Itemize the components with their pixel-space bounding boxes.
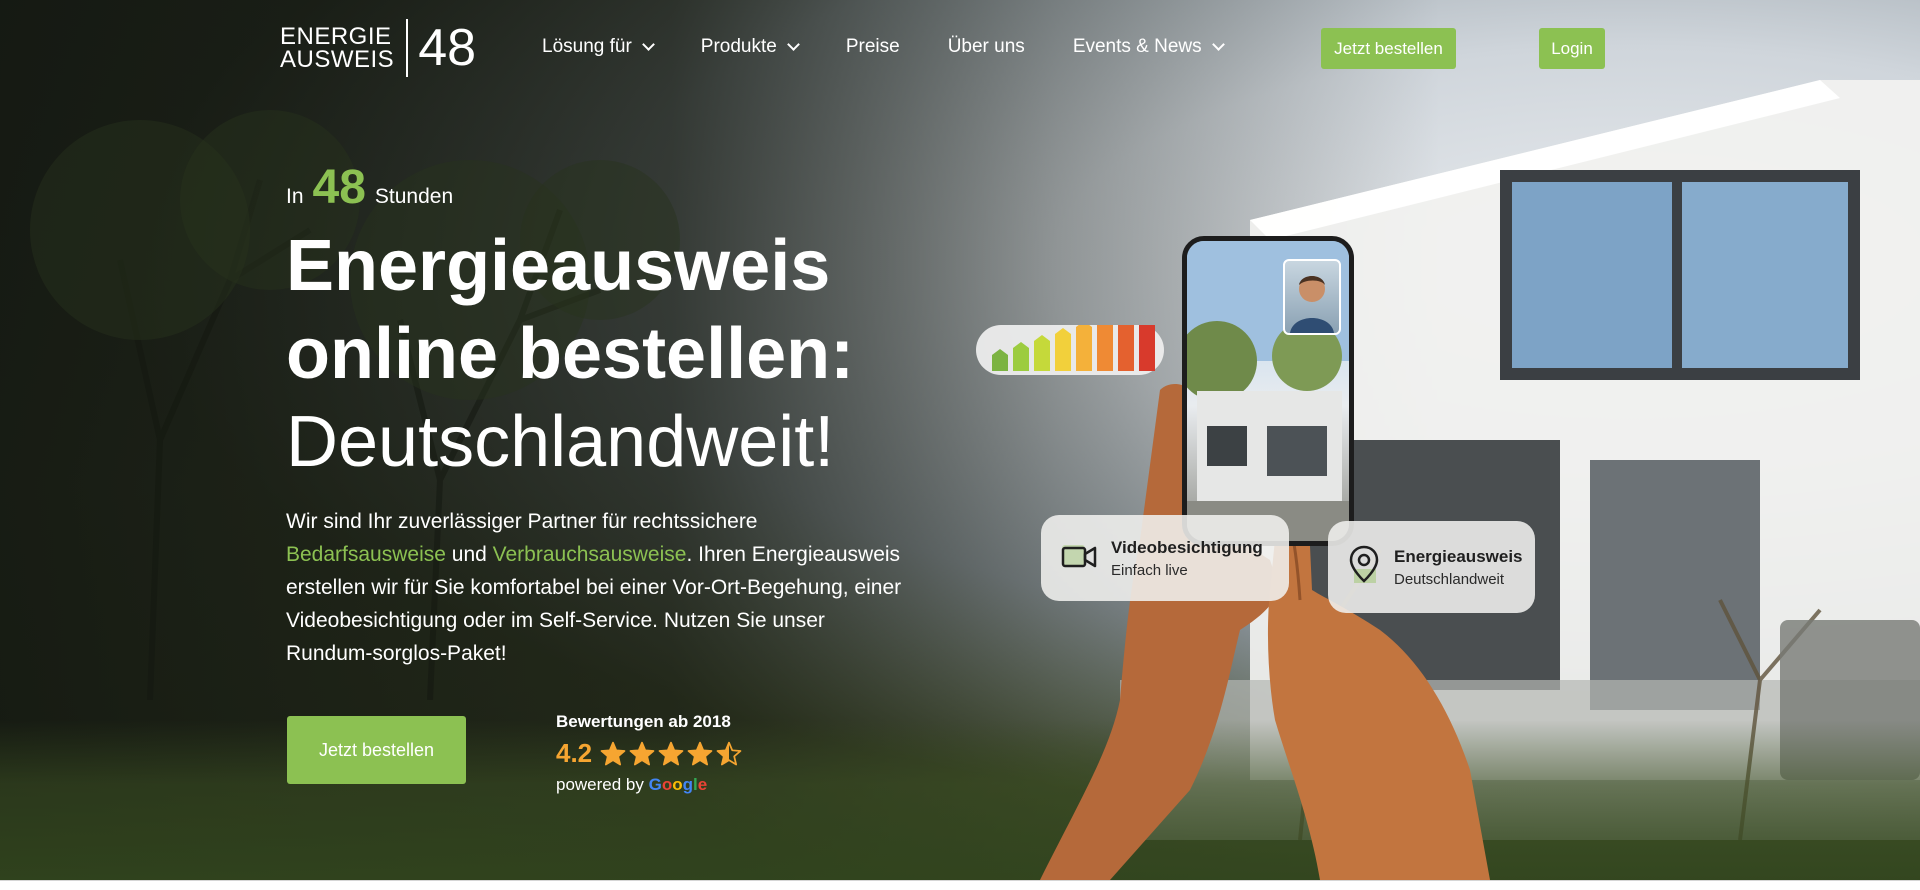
- video-card-subtitle: Einfach live: [1111, 561, 1188, 579]
- person-avatar: [1283, 259, 1341, 335]
- energy-efficiency-scale: [976, 300, 1164, 375]
- site-logo[interactable]: ENERGIE AUSWEIS 48: [280, 18, 476, 78]
- google-letter: G: [648, 775, 662, 794]
- nav-order-button[interactable]: Jetzt bestellen: [1321, 28, 1456, 69]
- google-letter: g: [682, 775, 694, 794]
- nav-item-loesung[interactable]: Lösung für: [542, 36, 655, 58]
- rating-stars: [600, 741, 745, 767]
- google-letter: e: [697, 775, 708, 794]
- hero-kicker: In 48 Stunden: [286, 160, 453, 215]
- logo-divider: [406, 19, 409, 77]
- title-line-3: Deutschlandweit!: [286, 402, 835, 482]
- star-half-icon: [716, 741, 742, 765]
- video-card-title: Videobesichtigung: [1111, 537, 1263, 557]
- link-bedarfsausweise[interactable]: Bedarfsausweise: [286, 543, 446, 566]
- nav-item-produkte[interactable]: Produkte: [700, 36, 800, 58]
- hero-order-button[interactable]: Jetzt bestellen: [287, 716, 466, 784]
- nav-item-ueber-uns[interactable]: Über uns: [948, 36, 1025, 58]
- nav-item-preise[interactable]: Preise: [846, 36, 900, 58]
- video-camera-icon: [1061, 542, 1097, 575]
- chevron-down-icon: [641, 38, 655, 51]
- hero-section: Videobesichtigung Einfach live Energieau…: [0, 0, 1920, 880]
- rating-score: 4.2: [556, 738, 593, 768]
- google-wordmark: Google: [649, 775, 708, 794]
- powered-by-text: powered by: [556, 775, 644, 794]
- desc-text-1: Wir sind Ihr zuverlässiger Partner für r…: [286, 510, 758, 533]
- nav-item-label: Produkte: [700, 36, 777, 57]
- page-title: Energieausweis online bestellen: Deutsch…: [286, 222, 854, 486]
- logo-line-2: AUSWEIS: [280, 46, 395, 73]
- chevron-down-icon: [786, 38, 800, 51]
- energy-scale-bar: [1034, 335, 1050, 371]
- kicker-suffix: Stunden: [374, 185, 454, 208]
- desc-text-2: und: [451, 543, 487, 566]
- logo-number: 48: [418, 19, 477, 77]
- energy-scale-bar: [1118, 307, 1134, 371]
- energy-card-subtitle: Deutschlandweit: [1394, 570, 1505, 588]
- energy-scale-bar: [1055, 328, 1071, 371]
- hero-description: Wir sind Ihr zuverlässiger Partner für r…: [286, 505, 906, 670]
- energy-scale-bar: [1139, 300, 1155, 371]
- star-full-icon: [600, 741, 626, 765]
- star-full-icon: [629, 741, 655, 765]
- energy-scale-bar: [1097, 314, 1113, 371]
- google-letter: o: [661, 775, 673, 794]
- energy-scale-bar: [1013, 342, 1029, 371]
- kicker-number: 48: [312, 161, 366, 214]
- title-line-1: Energieausweis: [286, 226, 831, 306]
- logo-line-1: ENERGIE: [280, 23, 392, 50]
- nav-item-label: Preise: [845, 36, 900, 57]
- energy-scale-bar: [992, 349, 1008, 371]
- energy-certificate-card: Energieausweis Deutschlandweit: [1328, 521, 1535, 613]
- star-full-icon: [687, 741, 713, 765]
- powered-by-line: powered by Google: [556, 775, 745, 795]
- chevron-down-icon: [1211, 38, 1225, 51]
- kicker-prefix: In: [286, 185, 304, 208]
- location-pin-icon: [1348, 545, 1380, 590]
- nav-item-events-news[interactable]: Events & News: [1072, 36, 1225, 58]
- rating-label: Bewertungen ab 2018: [556, 712, 731, 731]
- login-button[interactable]: Login: [1539, 28, 1605, 69]
- video-inspection-card: Videobesichtigung Einfach live: [1041, 515, 1289, 601]
- energy-scale-bar: [1076, 321, 1092, 371]
- nav-item-label: Über uns: [947, 36, 1025, 57]
- page-divider: [0, 880, 1920, 890]
- google-letter: o: [672, 775, 683, 794]
- link-verbrauchsausweise[interactable]: Verbrauchsausweise: [493, 543, 687, 566]
- nav-menu: Lösung für Produkte Preise Über uns Even…: [542, 36, 1271, 58]
- nav-item-label: Events & News: [1072, 36, 1202, 57]
- energy-card-title: Energieausweis: [1394, 546, 1523, 566]
- top-navigation: ENERGIE AUSWEIS 48 Lösung für Produkte P…: [0, 0, 1920, 96]
- title-line-2: online bestellen:: [286, 314, 855, 394]
- nav-item-label: Lösung für: [542, 36, 632, 57]
- google-rating-widget[interactable]: Bewertungen ab 2018 4.2 powered by Googl…: [556, 712, 745, 795]
- star-full-icon: [658, 741, 684, 765]
